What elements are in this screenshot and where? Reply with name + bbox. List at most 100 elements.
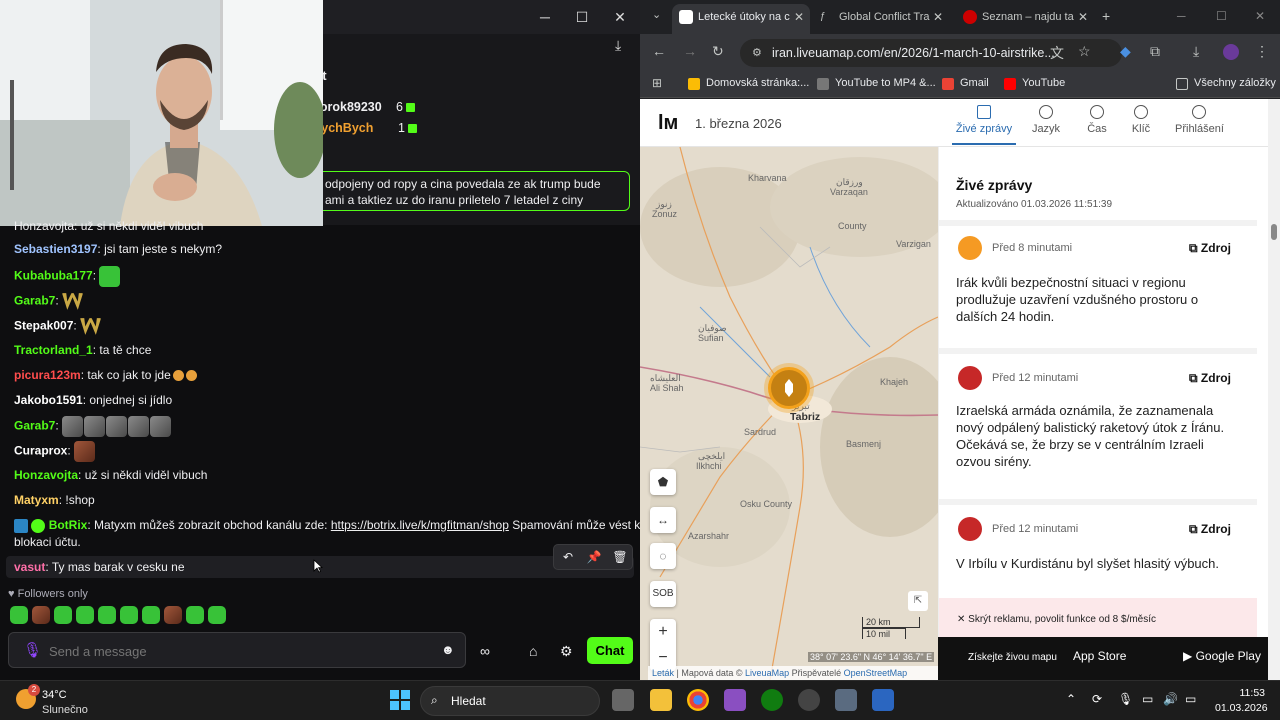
- source-link[interactable]: ⧉ Zdroj: [1189, 241, 1231, 256]
- tab-seznam[interactable]: Seznam – najdu ta ✕: [956, 4, 1094, 34]
- app-icon[interactable]: [724, 689, 746, 711]
- site-info-icon[interactable]: ⚙: [752, 39, 762, 67]
- collapse-icon[interactable]: ⇱: [908, 591, 928, 611]
- delete-icon[interactable]: 🗑: [610, 548, 630, 566]
- app-store-button[interactable]: App Store: [1073, 649, 1126, 663]
- liveuamap-link[interactable]: LiveuaMap: [745, 668, 789, 678]
- emote-icon[interactable]: [10, 606, 28, 624]
- obs-icon[interactable]: [798, 689, 820, 711]
- draw-polygon-icon[interactable]: ⬟: [650, 469, 676, 495]
- google-play-button[interactable]: ▶ Google Play: [1183, 649, 1261, 663]
- emoji-picker-icon[interactable]: ☻: [441, 642, 455, 657]
- close-tab-icon[interactable]: ✕: [794, 4, 804, 30]
- scrollbar-thumb[interactable]: [1271, 224, 1277, 240]
- reply-icon[interactable]: ↶: [558, 548, 578, 566]
- leaflet-link[interactable]: Leták: [652, 668, 674, 678]
- forward-icon[interactable]: →: [683, 43, 697, 59]
- emote-icon[interactable]: [32, 606, 50, 624]
- minimize-button[interactable]: ─: [1177, 9, 1186, 23]
- minimize-button[interactable]: ─: [532, 6, 558, 28]
- chat-username[interactable]: Garab7: [14, 294, 55, 308]
- sob-button[interactable]: SOB: [650, 581, 676, 607]
- bookmark-star-icon[interactable]: ☆: [1078, 43, 1091, 60]
- tab-language[interactable]: Jazyk: [1030, 105, 1062, 135]
- extension-icon[interactable]: ◆: [1120, 43, 1131, 60]
- close-tab-icon[interactable]: ✕: [1078, 4, 1088, 30]
- settings-icon[interactable]: [835, 689, 857, 711]
- tab-time[interactable]: Čas: [1085, 105, 1109, 135]
- emote-icon[interactable]: [76, 606, 94, 624]
- close-button[interactable]: ✕: [607, 6, 633, 28]
- chat-username[interactable]: Honzavojta: [14, 468, 78, 482]
- tab-legend[interactable]: Klíč: [1129, 105, 1153, 135]
- chevron-up-icon[interactable]: ⌃: [1066, 692, 1076, 706]
- microphone-icon[interactable]: 🎙: [23, 641, 42, 659]
- taskbar-search[interactable]: ⌕ Hledat: [420, 686, 600, 716]
- bot-shop-link[interactable]: https://botrix.live/k/mgfitman/shop: [331, 518, 509, 532]
- map[interactable]: Kharvana زنوز Zonuz ورزقان Varzaqan Coun…: [640, 147, 938, 680]
- chat-username[interactable]: Garab7: [14, 419, 55, 433]
- all-bookmarks[interactable]: Všechny záložky: [1176, 77, 1276, 90]
- chat-username[interactable]: Jakobo1591: [14, 393, 83, 407]
- airstrike-marker[interactable]: [768, 367, 810, 409]
- news-item[interactable]: Před 12 minutami ⧉ Zdroj Izraelská armád…: [939, 348, 1257, 499]
- news-item[interactable]: Před 8 minutami ⧉ Zdroj Irák kvůli bezpe…: [939, 220, 1257, 348]
- chat-username[interactable]: Kubabuba177: [14, 269, 93, 283]
- emote-icon[interactable]: [120, 606, 138, 624]
- source-link[interactable]: ⧉ Zdroj: [1189, 371, 1231, 386]
- clock[interactable]: 11:53 01.03.2026: [1215, 686, 1268, 716]
- xbox-icon[interactable]: [761, 689, 783, 711]
- emote-icon[interactable]: [186, 606, 204, 624]
- chat-username[interactable]: Curaprox: [14, 444, 67, 458]
- extensions-icon[interactable]: ⧉: [1150, 43, 1160, 60]
- menu-icon[interactable]: ⋮: [1255, 43, 1269, 60]
- url-field[interactable]: ⚙ iran.liveuamap.com/en/2026/1-march-10-…: [740, 39, 1122, 67]
- chat-username[interactable]: Sebastien3197: [14, 242, 97, 256]
- settings-icon[interactable]: ⚙: [560, 643, 573, 660]
- bookmark-item[interactable]: YouTube: [1004, 77, 1065, 90]
- chat-username[interactable]: Tractorland_1: [14, 343, 93, 357]
- emote-icon[interactable]: [164, 606, 182, 624]
- maximize-button[interactable]: ☐: [569, 6, 595, 28]
- translate-icon[interactable]: 文: [1050, 43, 1064, 63]
- chat-username[interactable]: Matyxm: [14, 493, 59, 507]
- measure-icon[interactable]: ↔: [650, 507, 676, 533]
- osm-link[interactable]: OpenStreetMap: [844, 668, 908, 678]
- source-link[interactable]: ⧉ Zdroj: [1189, 522, 1231, 537]
- tab-live-news[interactable]: Živé zprávy: [952, 105, 1016, 135]
- sync-icon[interactable]: ⟳: [1092, 692, 1102, 706]
- pinned-message[interactable]: odpojeny od ropy a cina povedala ze ak t…: [310, 171, 630, 211]
- message-input[interactable]: [49, 641, 429, 661]
- chat-username[interactable]: picura123m: [14, 368, 81, 382]
- display-icon[interactable]: ▭: [1142, 692, 1153, 706]
- start-button[interactable]: [390, 690, 410, 710]
- pin-icon[interactable]: 📌: [584, 548, 604, 566]
- bookmark-item[interactable]: YouTube to MP4 &...: [817, 77, 936, 90]
- download-icon[interactable]: ⤓: [1193, 43, 1199, 60]
- site-date[interactable]: 1. března 2026: [695, 116, 782, 131]
- hide-ad-banner[interactable]: ✕ Skrýt reklamu, povolit funkce od 8 $/m…: [939, 598, 1257, 638]
- task-view-icon[interactable]: [612, 689, 634, 711]
- send-chat-button[interactable]: Chat: [587, 637, 633, 664]
- tab-login[interactable]: Přihlášení: [1175, 105, 1224, 135]
- profile-avatar[interactable]: [1223, 44, 1239, 60]
- hide-layer-icon[interactable]: ◌: [650, 543, 676, 569]
- bookmark-item[interactable]: Domovská stránka:...: [688, 77, 809, 90]
- new-tab-icon[interactable]: +: [1102, 8, 1110, 24]
- chat-username[interactable]: BotRix: [49, 518, 88, 532]
- page-scrollbar[interactable]: [1268, 99, 1280, 680]
- zoom-in-button[interactable]: +: [650, 619, 676, 645]
- chat-username[interactable]: vasut: [14, 560, 45, 574]
- reload-icon[interactable]: ↻: [712, 43, 724, 60]
- file-explorer-icon[interactable]: [650, 689, 672, 711]
- close-button[interactable]: ✕: [1255, 9, 1265, 23]
- tab-liveuamap[interactable]: Letecké útoky na c ✕: [672, 4, 810, 34]
- tab-global-conflict[interactable]: ƒ Global Conflict Tra ✕: [813, 4, 949, 34]
- microphone-icon[interactable]: 🎙: [1118, 692, 1133, 706]
- download-icon[interactable]: ⤓: [615, 37, 621, 54]
- loyalty-icon[interactable]: ∞: [480, 643, 490, 659]
- emote-icon[interactable]: [142, 606, 160, 624]
- apps-icon[interactable]: ⊞: [652, 76, 662, 90]
- emote-icon[interactable]: [54, 606, 72, 624]
- emote-icon[interactable]: [98, 606, 116, 624]
